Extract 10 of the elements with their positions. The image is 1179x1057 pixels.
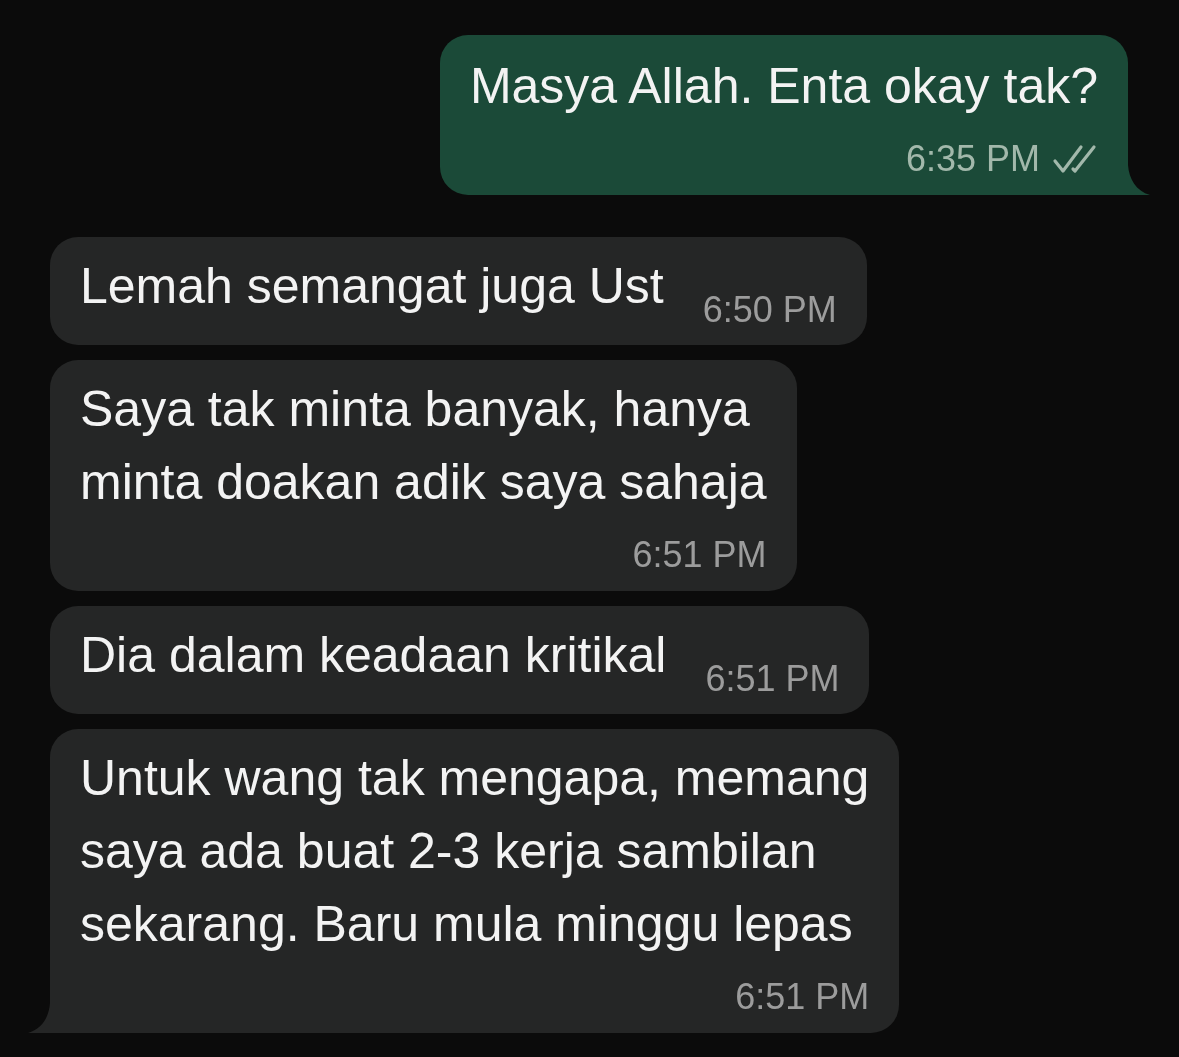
- message-time: 6:35 PM: [905, 139, 1040, 179]
- message-text: Dia dalam keadaan kritikal: [80, 626, 667, 685]
- message-text: Untuk wang tak mengapa, memang saya ada buat 2-3 kerja sambilan sekarang. Baru mula minggu lepas: [80, 749, 870, 954]
- message-text: Saya tak minta banyak, hanya minta doakan adik saya sahaja: [80, 380, 767, 512]
- message-time: 6:51 PM: [632, 535, 767, 575]
- message-text: Masya Allah. Enta okay tak?: [469, 57, 1098, 116]
- message-time: 6:51 PM: [735, 977, 870, 1017]
- message-time: 6:50 PM: [702, 290, 837, 330]
- message-text: Lemah semangat juga Ust: [80, 257, 664, 316]
- message-time: 6:51 PM: [705, 659, 840, 699]
